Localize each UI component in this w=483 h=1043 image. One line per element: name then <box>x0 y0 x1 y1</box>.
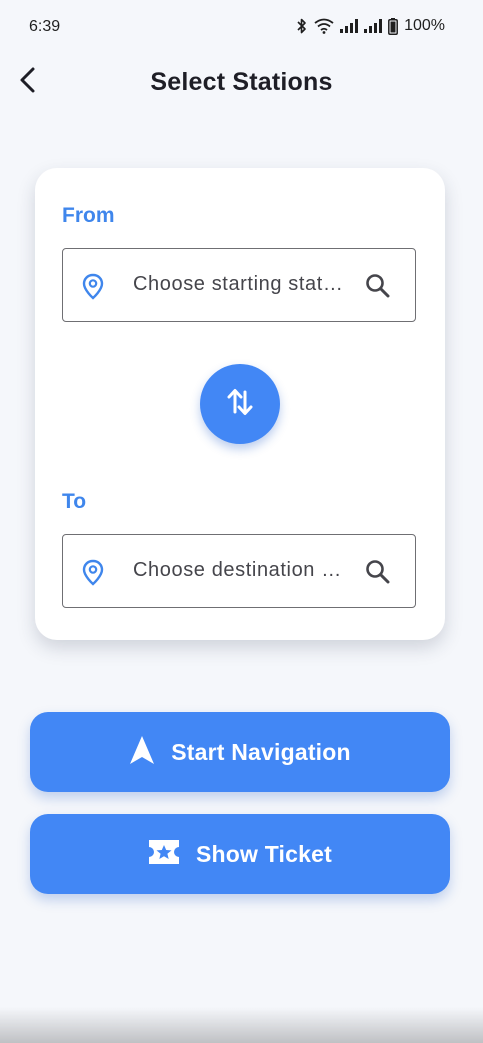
status-icons: 100% <box>296 17 445 35</box>
from-label: From <box>62 204 115 227</box>
page-title: Select Stations <box>150 68 333 96</box>
ticket-icon <box>148 839 180 870</box>
swap-vertical-icon <box>225 386 255 423</box>
bluetooth-icon <box>296 18 308 34</box>
select-stations-screen: 6:39 100% Select Stations From Choose st… <box>0 0 483 1043</box>
from-station-field[interactable]: Choose starting station <box>62 248 416 322</box>
wifi-icon <box>314 18 334 34</box>
start-navigation-button[interactable]: Start Navigation <box>30 712 450 792</box>
to-station-field[interactable]: Choose destination station <box>62 534 416 608</box>
navigation-arrow-icon <box>129 735 155 770</box>
status-bar: 6:39 100% <box>0 0 483 56</box>
signal-icon <box>364 19 383 33</box>
app-bar: Select Stations <box>0 56 483 108</box>
search-icon[interactable] <box>365 559 391 590</box>
from-station-placeholder: Choose starting station <box>133 273 343 295</box>
show-ticket-label: Show Ticket <box>196 840 332 867</box>
status-time: 6:39 <box>29 18 61 35</box>
show-ticket-button[interactable]: Show Ticket <box>30 814 450 894</box>
to-label: To <box>62 490 87 513</box>
battery-icon <box>388 17 399 35</box>
to-station-placeholder: Choose destination station <box>133 559 343 581</box>
location-pin-icon <box>82 559 104 591</box>
battery-percent: 100% <box>404 17 445 34</box>
navigation-bar-shadow <box>0 1007 483 1043</box>
station-card: From Choose starting station To Choose d… <box>35 168 445 640</box>
search-icon[interactable] <box>365 273 391 304</box>
swap-stations-button[interactable] <box>200 364 280 444</box>
signal-icon <box>340 19 359 33</box>
location-pin-icon <box>82 273 104 305</box>
start-navigation-label: Start Navigation <box>171 738 351 765</box>
